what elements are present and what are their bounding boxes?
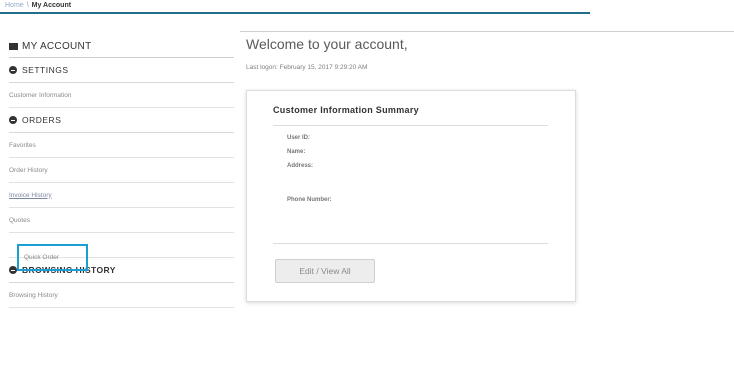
sidebar-section-settings[interactable]: SETTINGS [9, 58, 234, 83]
sidebar-header: MY ACCOUNT [9, 36, 234, 58]
sidebar-item-browsing-history[interactable]: Browsing History [9, 283, 234, 308]
minus-circle-icon [9, 66, 17, 74]
sidebar-item-quotes[interactable]: Quotes [9, 208, 234, 233]
sidebar-title: MY ACCOUNT [22, 41, 92, 52]
page-title: Welcome to your account, [246, 36, 408, 52]
breadcrumb: Home \ My Account [5, 2, 71, 9]
breadcrumb-home-link[interactable]: Home [5, 2, 24, 9]
card-divider-bottom [273, 243, 548, 244]
collapse-square-icon[interactable] [9, 43, 18, 50]
sidebar-section-orders[interactable]: ORDERS [9, 108, 234, 133]
last-logon-text: Last logon: February 15, 2017 9:29:20 AM [246, 64, 368, 71]
sidebar-item-invoice-history[interactable]: Invoice History [9, 183, 234, 208]
header-divider [240, 31, 734, 32]
sidebar-item-customer-information[interactable]: Customer Information [9, 83, 234, 108]
section-label-settings: SETTINGS [22, 65, 69, 75]
sidebar-item-quick-order[interactable]: Quick Order [17, 244, 88, 271]
section-label-orders: ORDERS [22, 115, 62, 125]
top-bar: Home \ My Account [0, 0, 590, 14]
minus-circle-icon [9, 116, 17, 124]
card-divider-top [273, 125, 548, 126]
field-phone-number: Phone Number: [287, 197, 332, 203]
edit-view-all-button[interactable]: Edit / View All [275, 259, 375, 283]
minus-circle-icon [9, 266, 17, 274]
field-name: Name: [287, 149, 306, 155]
card-title: Customer Information Summary [273, 105, 419, 115]
breadcrumb-separator: \ [26, 2, 29, 9]
customer-summary-card: Customer Information Summary User ID: Na… [246, 90, 576, 302]
field-user-id: User ID: [287, 135, 311, 141]
sidebar-item-order-history[interactable]: Order History [9, 158, 234, 183]
sidebar-item-favorites[interactable]: Favorites [9, 133, 234, 158]
breadcrumb-current: My Account [31, 2, 72, 9]
field-address: Address: [287, 163, 314, 169]
